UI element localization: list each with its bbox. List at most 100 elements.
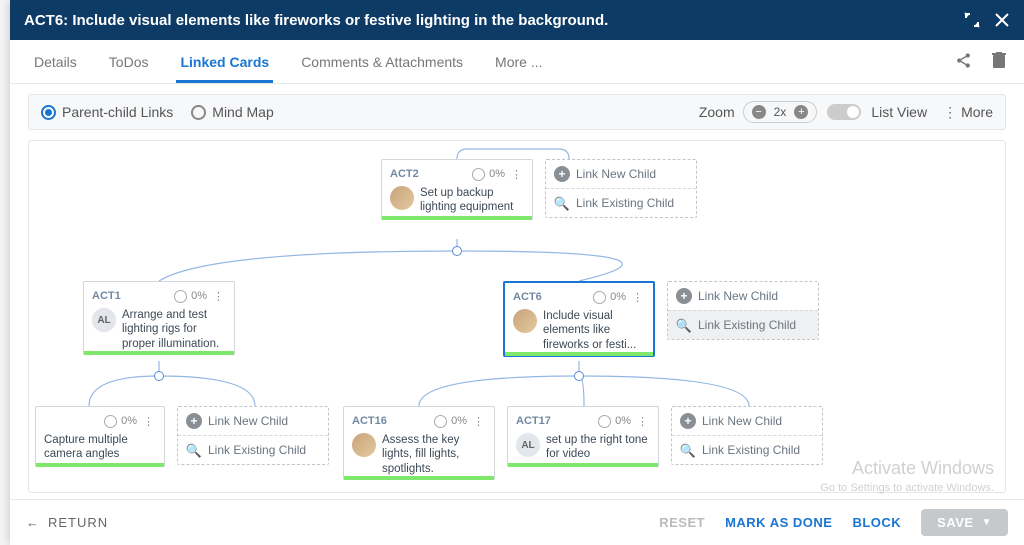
linkbox-root: + Link New Child 🔍 Link Existing Child (545, 159, 697, 218)
return-label: RETURN (48, 515, 108, 530)
plus-circle-icon: + (676, 288, 692, 304)
linkbox-act6: + Link New Child 🔍 Link Existing Child (667, 281, 819, 340)
tab-more[interactable]: More ... (479, 40, 558, 83)
card-capture-angles[interactable]: 0% ⋮ Capture multiple camera angles (35, 406, 165, 467)
link-existing-child-label: Link Existing Child (702, 443, 800, 457)
caret-down-icon: ▼ (982, 517, 992, 528)
progress-ring-icon (593, 291, 606, 304)
share-icon[interactable] (955, 52, 972, 72)
link-existing-child[interactable]: 🔍 Link Existing Child (672, 435, 822, 464)
block-button[interactable]: BLOCK (852, 515, 901, 530)
tab-todos[interactable]: ToDos (93, 40, 165, 83)
plus-circle-icon: + (186, 413, 202, 429)
link-existing-child[interactable]: 🔍 Link Existing Child (178, 435, 328, 464)
save-button[interactable]: SAVE ▼ (921, 509, 1008, 536)
card-kebab-icon[interactable]: ⋮ (635, 415, 650, 428)
link-new-child-label: Link New Child (702, 414, 782, 428)
reset-button[interactable]: RESET (659, 515, 705, 530)
card-title: Assess the key lights, fill lights, spot… (382, 433, 486, 475)
link-new-child-label: Link New Child (208, 414, 288, 428)
card-id: ACT1 (92, 290, 174, 302)
card-title: set up the right tone for video (546, 433, 650, 462)
kebab-icon[interactable]: ⋮ (943, 104, 957, 121)
more-label[interactable]: More (961, 104, 993, 120)
link-existing-child[interactable]: 🔍 Link Existing Child (668, 310, 818, 339)
radio-mind-map[interactable]: Mind Map (191, 104, 273, 120)
linkbox-r: + Link New Child 🔍 Link Existing Child (671, 406, 823, 465)
search-icon: 🔍 (186, 442, 202, 458)
link-new-child-label: Link New Child (698, 289, 778, 303)
card-kebab-icon[interactable]: ⋮ (509, 168, 524, 181)
radio-mind-map-label: Mind Map (212, 104, 273, 120)
card-percent: 0% (121, 415, 137, 427)
card-percent: 0% (610, 291, 626, 303)
close-icon[interactable] (994, 12, 1010, 28)
zoom-out-button[interactable]: − (752, 105, 766, 119)
card-act2[interactable]: ACT2 0% ⋮ Set up backup lighting equipme… (381, 159, 533, 220)
card-title: Arrange and test lighting rigs for prope… (122, 308, 226, 350)
radio-parent-child[interactable]: Parent-child Links (41, 104, 173, 120)
list-view-label[interactable]: List View (871, 104, 927, 120)
progress-ring-icon (434, 415, 447, 428)
progress-ring-icon (104, 415, 117, 428)
modal-title: ACT6: Include visual elements like firew… (24, 12, 608, 29)
return-button[interactable]: ← RETURN (26, 515, 108, 530)
avatar (513, 309, 537, 333)
modal-header: ACT6: Include visual elements like firew… (10, 0, 1024, 40)
card-id: ACT2 (390, 168, 472, 180)
expand-icon[interactable] (964, 12, 980, 28)
tree-canvas[interactable]: ACT2 0% ⋮ Set up backup lighting equipme… (28, 140, 1006, 493)
card-id: ACT6 (513, 291, 593, 303)
zoom-value: 2x (774, 105, 787, 119)
card-title: Include visual elements like fireworks o… (543, 309, 645, 351)
avatar: AL (516, 433, 540, 457)
tab-linked-cards[interactable]: Linked Cards (164, 40, 285, 83)
radio-dot-icon (41, 105, 56, 120)
card-act6[interactable]: ACT6 0% ⋮ Include visual elements like f… (503, 281, 655, 357)
trash-icon[interactable] (992, 52, 1006, 72)
card-kebab-icon[interactable]: ⋮ (630, 291, 645, 304)
card-act16[interactable]: ACT16 0% ⋮ Assess the key lights, fill l… (343, 406, 495, 480)
linkbox-l1: + Link New Child 🔍 Link Existing Child (177, 406, 329, 465)
avatar (352, 433, 376, 457)
link-new-child[interactable]: + Link New Child (672, 407, 822, 435)
card-percent: 0% (615, 415, 631, 427)
list-view-toggle[interactable] (827, 104, 861, 120)
card-percent: 0% (191, 290, 207, 302)
link-existing-child-label: Link Existing Child (208, 443, 306, 457)
mark-done-button[interactable]: MARK AS DONE (725, 515, 832, 530)
link-new-child[interactable]: + Link New Child (668, 282, 818, 310)
link-new-child[interactable]: + Link New Child (546, 160, 696, 188)
progress-ring-icon (174, 290, 187, 303)
card-kebab-icon[interactable]: ⋮ (471, 415, 486, 428)
progress-ring-icon (598, 415, 611, 428)
view-controls: Parent-child Links Mind Map Zoom − 2x + … (28, 94, 1006, 130)
tabs-bar: Details ToDos Linked Cards Comments & At… (10, 40, 1024, 84)
link-existing-child[interactable]: 🔍 Link Existing Child (546, 188, 696, 217)
search-icon: 🔍 (554, 195, 570, 211)
link-new-child[interactable]: + Link New Child (178, 407, 328, 435)
search-icon: 🔍 (676, 317, 692, 333)
tab-comments[interactable]: Comments & Attachments (285, 40, 479, 83)
zoom-label: Zoom (699, 104, 735, 120)
card-percent: 0% (451, 415, 467, 427)
zoom-control: − 2x + (743, 101, 818, 123)
avatar (390, 186, 414, 210)
zoom-in-button[interactable]: + (794, 105, 808, 119)
card-id: ACT16 (352, 415, 434, 427)
footer-bar: ← RETURN RESET MARK AS DONE BLOCK SAVE ▼ (10, 499, 1024, 545)
tree-junction-icon (154, 371, 164, 381)
tree-junction-icon (452, 246, 462, 256)
card-kebab-icon[interactable]: ⋮ (211, 290, 226, 303)
save-label: SAVE (937, 515, 973, 530)
search-icon: 🔍 (680, 442, 696, 458)
arrow-left-icon: ← (26, 515, 40, 530)
card-kebab-icon[interactable]: ⋮ (141, 415, 156, 428)
card-percent: 0% (489, 168, 505, 180)
link-existing-child-label: Link Existing Child (576, 196, 674, 210)
card-act1[interactable]: ACT1 0% ⋮ AL Arrange and test lighting r… (83, 281, 235, 355)
tab-details[interactable]: Details (18, 40, 93, 83)
radio-parent-child-label: Parent-child Links (62, 104, 173, 120)
plus-circle-icon: + (554, 166, 570, 182)
card-act17[interactable]: ACT17 0% ⋮ AL set up the right tone for … (507, 406, 659, 467)
